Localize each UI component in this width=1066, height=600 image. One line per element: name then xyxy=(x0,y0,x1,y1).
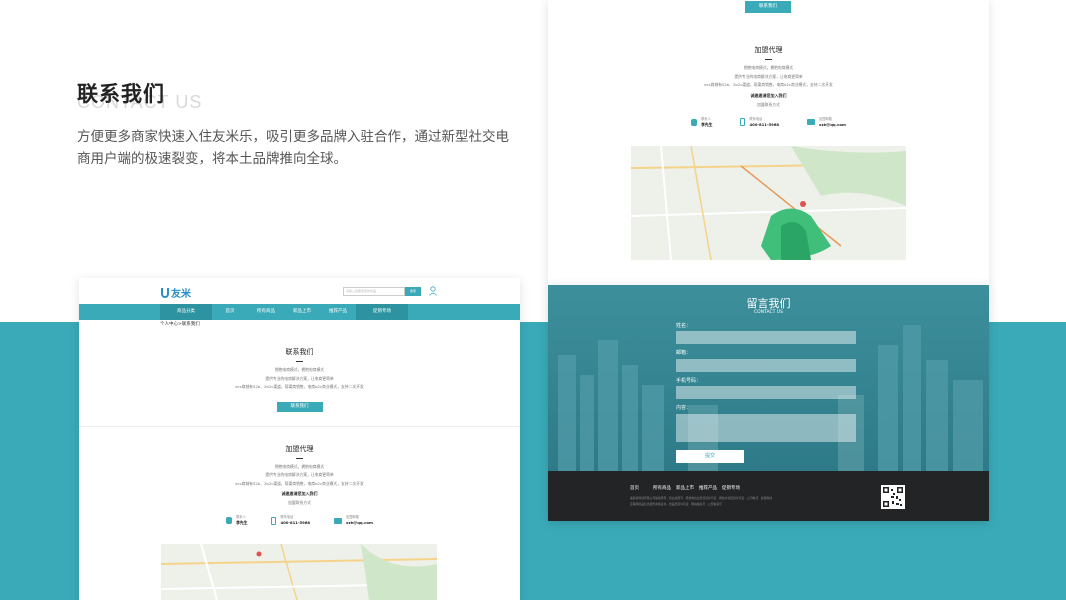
invite-title: 诚邀邀请您加入我们 xyxy=(750,92,787,98)
logo-icon xyxy=(161,288,169,298)
contact-line: 提供专业的电商解决方案，让电商更简单 xyxy=(265,375,334,381)
message-page-screenshot: 留言我们 CONTACT US 姓名： 邮箱： 手机号码： 内容： 提交 首页 … xyxy=(548,285,989,521)
mail-icon xyxy=(807,119,816,125)
contact-person: 联系人 李先生 xyxy=(226,515,247,526)
join-line: 提供专业的电商解决方案，让电商更简单 xyxy=(265,472,334,477)
breadcrumb: 个人中心>联系我们 xyxy=(160,322,200,327)
email-label: 邮箱： xyxy=(676,350,692,356)
join-section-title: 加盟代理 xyxy=(754,46,783,54)
submit-button[interactable]: 提交 xyxy=(676,450,744,463)
contact-email: 加盟邮箱 xzh@qq.com xyxy=(334,515,373,526)
main-nav: 商品分类 首页 所有商品 新品上市 推荐产品 促销专场 xyxy=(79,304,520,320)
intro-description: 方便更多商家快速入住友米乐，吸引更多品牌入驻合作，通过新型社交电商用户端的极速裂… xyxy=(77,129,509,167)
phone-icon xyxy=(740,118,746,126)
footer-link-recommended[interactable]: 推荐产品 xyxy=(699,485,721,491)
user-icon[interactable] xyxy=(429,286,437,296)
footer-link-home[interactable]: 首页 xyxy=(630,485,652,491)
footer-licenses: 互联网药品信息服务资格证书 · 食品经营许可证 · 网站备案号 · 公安备案号 xyxy=(630,502,722,506)
logo-text: 友米 xyxy=(171,289,191,300)
join-line: ecs商城有S2b、2b2c渠道，帮渠商销售，电商b2c商业模式，支持二次开发 xyxy=(235,480,364,486)
contact-value: 李先生 xyxy=(701,121,713,127)
footer-copyright: 美丽妆科技有限公司版权所有 · 营业执照号 · 增值电信业务经营许可证 · 网络… xyxy=(630,496,772,500)
contact-line: 拥抱电商模式，拥抱电商模式 xyxy=(274,367,325,372)
location-map[interactable] xyxy=(161,544,437,600)
nav-item-promo[interactable]: 促销专场 xyxy=(356,304,408,320)
search-button[interactable]: 搜索 xyxy=(405,287,421,296)
join-line: ecs商城有S2b、2b2c渠道，帮渠商销售，电商b2c商业模式，支持二次开发 xyxy=(704,82,833,87)
search-input[interactable]: 请输入您要搜索的商品 xyxy=(343,287,405,296)
person-icon xyxy=(226,517,233,524)
join-page-screenshot: 联系我们 加盟代理 拥抱电商模式，拥抱电商模式 提供专业的电商解决方案，让电商更… xyxy=(548,0,989,286)
site-logo[interactable]: 友米 xyxy=(161,285,191,300)
nav-item-recommended[interactable]: 推荐产品 xyxy=(320,304,356,320)
contact-section-title: 联系我们 xyxy=(285,348,314,356)
contact-info-row: 联系人 李先生 联系电话 400-811-5968 加盟邮箱 xzh@qq.com xyxy=(79,515,520,526)
invite-subtitle: 加盟联系方式 xyxy=(288,500,311,505)
name-field[interactable] xyxy=(676,331,856,344)
contact-phone: 联系电话 400-811-5968 xyxy=(740,117,779,128)
site-header: 友米 请输入您要搜索的商品 搜索 xyxy=(79,278,520,304)
contact-value: 400-811-5968 xyxy=(749,121,780,127)
invite-subtitle: 加盟联系方式 xyxy=(757,101,780,107)
email-field[interactable] xyxy=(676,359,856,372)
content-label: 内容： xyxy=(676,405,692,411)
contact-value[interactable]: xzh@qq.com xyxy=(346,520,373,526)
title-underline xyxy=(296,361,303,362)
message-title: 留言我们 xyxy=(746,297,791,310)
contact-value[interactable]: xzh@qq.com xyxy=(819,122,846,128)
title-underline xyxy=(296,457,303,459)
site-footer: 首页 所有商品 新品上市 推荐产品 促销专场 美丽妆科技有限公司版权所有 · 营… xyxy=(548,471,989,521)
contact-info-row: 联系人 李先生 联系电话 400-811-5968 加盟邮箱 xzh@qq.com xyxy=(548,117,989,128)
name-label: 姓名： xyxy=(676,323,692,329)
contact-phone: 联系电话 400-811-5968 xyxy=(271,515,310,526)
join-line: 提供专业的电商解决方案，让电商更简单 xyxy=(734,73,803,79)
nav-item-home[interactable]: 首页 xyxy=(212,304,248,320)
location-map[interactable] xyxy=(631,146,906,260)
nav-item-all-products[interactable]: 所有商品 xyxy=(248,304,284,320)
contact-us-button[interactable]: 联系我们 xyxy=(745,1,791,13)
join-section: 加盟代理 拥抱电商模式，拥抱电商模式 提供专业的电商解决方案，让电商更简单 ec… xyxy=(79,427,520,527)
content-textarea[interactable] xyxy=(676,414,856,442)
qr-code-icon xyxy=(881,485,905,509)
join-section: 加盟代理 拥抱电商模式，拥抱电商模式 提供专业的电商解决方案，让电商更简单 ec… xyxy=(548,45,989,128)
phone-label: 手机号码： xyxy=(676,378,702,384)
footer-link-new[interactable]: 新品上市 xyxy=(676,485,698,491)
title-underline xyxy=(765,59,772,60)
join-section-title: 加盟代理 xyxy=(285,444,314,453)
mail-icon xyxy=(334,517,343,524)
contact-email: 加盟邮箱 xzh@qq.com xyxy=(807,117,846,128)
footer-link-promo[interactable]: 促销专场 xyxy=(722,485,744,491)
nav-item-categories[interactable]: 商品分类 xyxy=(160,304,212,320)
contact-label: 联系人 xyxy=(701,116,711,121)
join-line: 拥抱电商模式，拥抱电商模式 xyxy=(743,65,794,70)
contact-value: 李先生 xyxy=(236,520,248,525)
invite-title: 诚邀邀请您加入我们 xyxy=(281,491,318,496)
footer-nav: 首页 所有商品 新品上市 推荐产品 促销专场 xyxy=(630,485,745,491)
contact-person: 联系人 李先生 xyxy=(691,117,712,128)
contact-page-screenshot: 友米 请输入您要搜索的商品 搜索 商品分类 首页 所有商品 新品上市 推荐产品 … xyxy=(79,278,520,600)
contact-section: 联系我们 拥抱电商模式，拥抱电商模式 提供专业的电商解决方案，让电商更简单 ec… xyxy=(79,329,520,412)
contact-us-button[interactable]: 联系我们 xyxy=(276,401,323,412)
intro-block: CONTACT US 联系我们 方便更多商家快速入住友米乐，吸引更多品牌入驻合作… xyxy=(77,78,517,170)
phone-field[interactable] xyxy=(676,386,856,399)
nav-item-new[interactable]: 新品上市 xyxy=(284,304,320,320)
intro-title: 联系我们 xyxy=(77,82,165,106)
join-line: 拥抱电商模式，拥抱电商模式 xyxy=(274,463,325,469)
person-icon xyxy=(691,118,698,126)
phone-icon xyxy=(271,516,277,525)
message-subtitle: CONTACT US xyxy=(754,310,783,315)
footer-link-all-products[interactable]: 所有商品 xyxy=(653,485,675,491)
contact-line: ecs商城有S2b、2b2c渠道，帮渠商销售，电商b2c商业模式，支持二次开发 xyxy=(235,384,364,389)
contact-value: 400-811-5968 xyxy=(280,520,311,525)
